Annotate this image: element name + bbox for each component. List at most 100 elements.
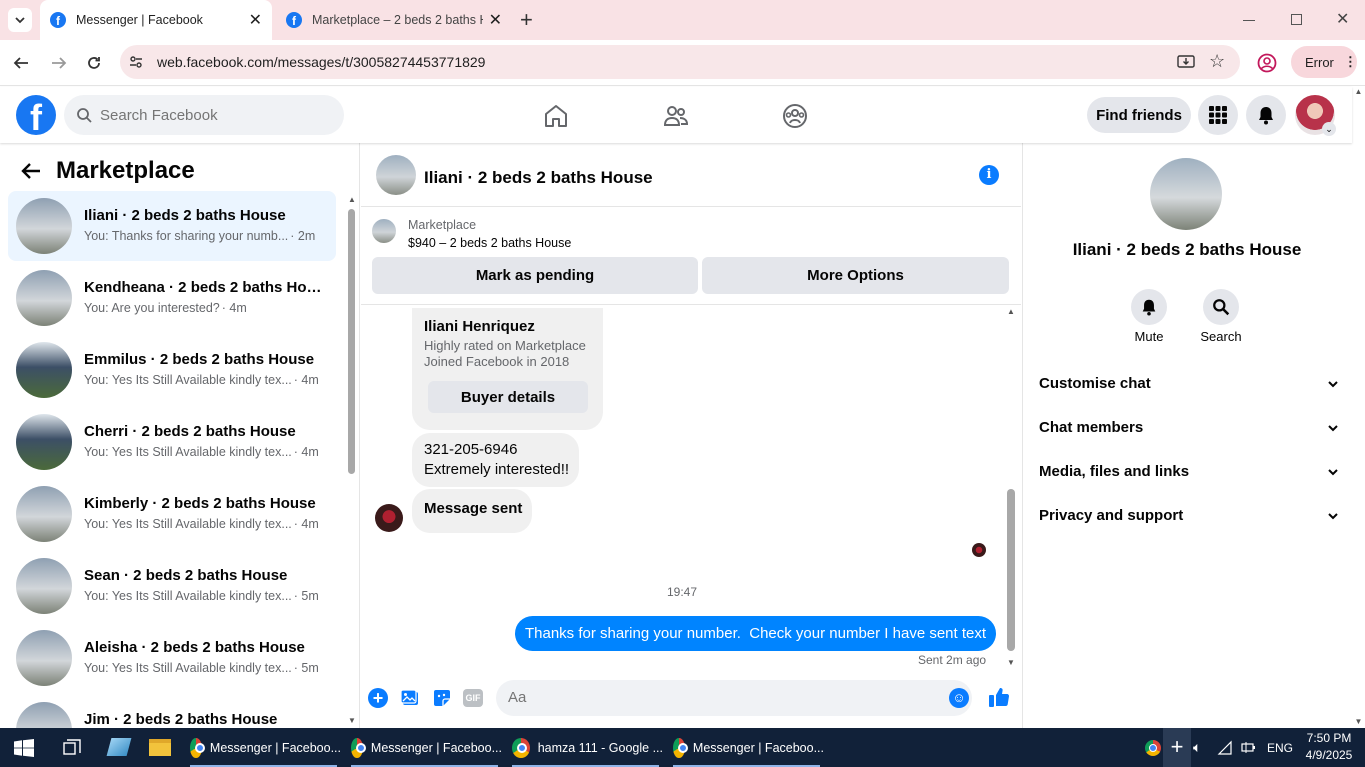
facebook-logo-icon[interactable]: f bbox=[16, 95, 56, 135]
details-section[interactable]: Privacy and support bbox=[1039, 507, 1339, 524]
incoming-message[interactable]: 321-205-6946 Extremely interested!! bbox=[412, 433, 579, 487]
chat-scrollbar[interactable]: ▲ ▼ bbox=[1005, 307, 1017, 667]
account-chevron-icon[interactable]: ⌄ bbox=[1322, 122, 1336, 136]
conversation-item[interactable]: Emmilus · 2 beds 2 baths House You: Yes I… bbox=[8, 335, 336, 405]
mute-button[interactable] bbox=[1131, 289, 1167, 325]
add-attachment-icon[interactable]: + bbox=[368, 688, 388, 708]
tray-add-icon[interactable]: + bbox=[1163, 728, 1191, 767]
wifi-icon[interactable] bbox=[1217, 740, 1233, 756]
more-options-label: More Options bbox=[807, 267, 904, 284]
outgoing-message[interactable]: Thanks for sharing your number. Check yo… bbox=[515, 616, 996, 651]
chevron-down-icon bbox=[15, 17, 25, 24]
windows-start-icon[interactable] bbox=[14, 739, 34, 757]
thumbs-up-icon[interactable] bbox=[988, 686, 1010, 708]
groups-icon[interactable] bbox=[782, 103, 808, 129]
chrome-tray-icon[interactable] bbox=[1145, 740, 1161, 756]
tab-messenger[interactable]: f Messenger | Facebook ✕ bbox=[40, 0, 272, 40]
conversation-item[interactable]: Jim · 2 beds 2 baths House bbox=[8, 695, 336, 728]
new-tab-button[interactable]: + bbox=[520, 8, 533, 32]
gif-icon[interactable]: GIF bbox=[463, 689, 483, 707]
taskbar-app[interactable]: hamza 111 - Google ... bbox=[508, 728, 663, 767]
chat-title[interactable]: Iliani · 2 beds 2 baths House bbox=[424, 168, 653, 188]
message-interest: Extremely interested!! bbox=[424, 461, 570, 478]
conversation-item[interactable]: Cherri · 2 beds 2 baths House You: Yes It… bbox=[8, 407, 336, 477]
task-view-icon[interactable] bbox=[63, 739, 81, 757]
close-window-button[interactable]: ✕ bbox=[1336, 9, 1349, 29]
sidebar-title: Marketplace bbox=[56, 157, 195, 184]
details-section[interactable]: Media, files and links bbox=[1039, 463, 1339, 480]
back-arrow-icon[interactable] bbox=[20, 161, 42, 181]
taskbar-app[interactable]: Messenger | Faceboo... bbox=[186, 728, 341, 767]
conversation-item[interactable]: Kendheana · 2 beds 2 baths Hou... You: Ar… bbox=[8, 263, 336, 333]
close-tab-icon[interactable]: ✕ bbox=[249, 10, 262, 30]
install-app-icon[interactable] bbox=[1177, 54, 1195, 70]
menu-button[interactable] bbox=[1198, 95, 1238, 135]
battery-icon[interactable] bbox=[1241, 741, 1257, 754]
reload-icon[interactable] bbox=[85, 54, 103, 72]
close-tab-icon[interactable]: ✕ bbox=[489, 10, 502, 30]
clock-date[interactable]: 4/9/2025 bbox=[1300, 748, 1358, 762]
search-in-chat-button[interactable] bbox=[1203, 289, 1239, 325]
conversation-preview: You: Yes Its Still Available kindly tex.… bbox=[84, 517, 292, 531]
restore-button[interactable] bbox=[1291, 14, 1302, 25]
taskbar-app[interactable]: Messenger | Faceboo... bbox=[669, 728, 824, 767]
section-label: Customise chat bbox=[1039, 375, 1151, 392]
search-input[interactable] bbox=[100, 106, 320, 124]
clock-time[interactable]: 7:50 PM bbox=[1300, 731, 1358, 745]
bookmark-star-icon[interactable]: ☆ bbox=[1209, 51, 1225, 72]
conversation-item[interactable]: Sean · 2 beds 2 baths House You: Yes Its … bbox=[8, 551, 336, 621]
chevron-down-icon bbox=[1328, 512, 1338, 519]
conversation-item[interactable]: Kimberly · 2 beds 2 baths House You: Yes … bbox=[8, 479, 336, 549]
details-section[interactable]: Customise chat bbox=[1039, 375, 1339, 392]
message-input[interactable] bbox=[508, 689, 908, 706]
buyer-rating: Highly rated on Marketplace bbox=[424, 338, 586, 353]
sender-avatar[interactable] bbox=[375, 504, 403, 532]
address-bar[interactable]: web.facebook.com/messages/t/300582744537… bbox=[120, 45, 1240, 79]
conversation-preview-row: You: Yes Its Still Available kindly tex.… bbox=[84, 589, 324, 603]
language-indicator[interactable]: ENG bbox=[1267, 741, 1293, 755]
listing-thumbnail[interactable] bbox=[372, 219, 396, 243]
chrome-icon bbox=[351, 737, 366, 758]
details-section[interactable]: Chat members bbox=[1039, 419, 1339, 436]
incoming-message[interactable]: Message sent bbox=[412, 489, 532, 533]
info-icon[interactable]: i bbox=[979, 165, 999, 185]
grid-menu-icon bbox=[1209, 106, 1227, 124]
emoji-icon[interactable]: ☺ bbox=[949, 688, 969, 708]
photo-icon[interactable] bbox=[400, 688, 420, 708]
home-icon[interactable] bbox=[543, 103, 569, 129]
volume-icon[interactable]: 🔈︎ bbox=[1193, 739, 1201, 756]
more-options-button[interactable]: More Options bbox=[702, 257, 1009, 294]
find-friends-button[interactable]: Find friends bbox=[1087, 97, 1191, 133]
tab-title: Marketplace – 2 beds 2 baths H bbox=[312, 13, 483, 27]
sticker-icon[interactable] bbox=[432, 688, 452, 708]
tab-marketplace[interactable]: f Marketplace – 2 beds 2 baths H ✕ bbox=[276, 0, 512, 40]
conversation-name: Emmilus · 2 beds 2 baths House bbox=[84, 351, 315, 368]
friends-icon[interactable] bbox=[663, 103, 689, 129]
minimize-button[interactable] bbox=[1243, 20, 1255, 21]
mark-as-pending-button[interactable]: Mark as pending bbox=[372, 257, 698, 294]
back-arrow-icon[interactable] bbox=[12, 54, 30, 72]
conversation-details-panel: Iliani · 2 beds 2 baths House Mute Searc… bbox=[1022, 143, 1352, 728]
forward-arrow-icon[interactable] bbox=[50, 54, 68, 72]
conversation-item[interactable]: Aleisha · 2 beds 2 baths House You: Yes I… bbox=[8, 623, 336, 693]
taskbar-app[interactable]: Messenger | Faceboo... bbox=[347, 728, 502, 767]
conversation-avatar bbox=[16, 630, 72, 686]
buyer-details-button[interactable]: Buyer details bbox=[428, 381, 588, 413]
site-settings-icon[interactable] bbox=[128, 54, 144, 70]
sidebar-scrollbar[interactable]: ▲ ▼ bbox=[346, 195, 358, 725]
profile-photo[interactable] bbox=[1150, 158, 1222, 230]
file-explorer-icon[interactable] bbox=[149, 739, 171, 756]
conversation-item[interactable]: Iliani · 2 beds 2 baths House You: Thanks… bbox=[8, 191, 336, 261]
error-chip[interactable]: Error ⋮ bbox=[1291, 46, 1357, 78]
chrome-icon bbox=[673, 737, 688, 758]
chat-avatar[interactable] bbox=[376, 155, 416, 195]
listing-summary[interactable]: $940 – 2 beds 2 baths House bbox=[408, 236, 571, 250]
page-scrollbar[interactable]: ▲ ▼ bbox=[1352, 87, 1365, 728]
tab-search-button[interactable] bbox=[8, 8, 32, 32]
search-box[interactable] bbox=[64, 95, 344, 135]
notifications-button[interactable] bbox=[1246, 95, 1286, 135]
profile-icon[interactable] bbox=[1257, 53, 1277, 73]
notepad-icon[interactable] bbox=[106, 738, 132, 756]
conversation-sidebar: Marketplace Iliani · 2 beds 2 baths Hous… bbox=[0, 143, 360, 728]
message-composer[interactable]: ☺ bbox=[496, 680, 972, 716]
